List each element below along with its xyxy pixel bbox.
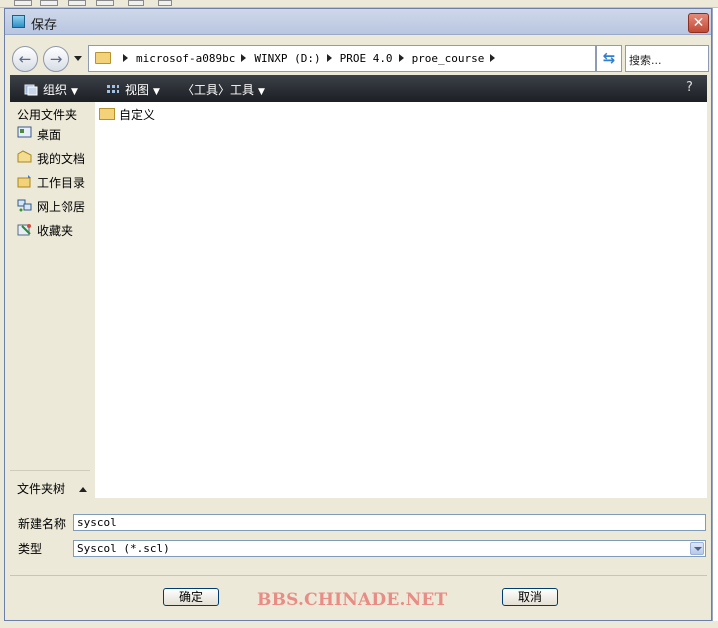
desktop-icon — [17, 126, 32, 138]
sidebar-item-desktop[interactable]: 桌面 — [17, 124, 91, 144]
address-row: ← → microsof-a089bc WINXP (D:) PROE 4.0 pro… — [5, 36, 711, 74]
breadcrumb-item[interactable]: proe_course — [412, 52, 485, 65]
sidebar-divider — [10, 470, 90, 471]
chevron-right-icon[interactable] — [326, 54, 332, 62]
working-dir-icon — [17, 175, 31, 188]
sidebar-item-documents[interactable]: 我的文档 — [17, 148, 91, 168]
sidebar-item-working-directory[interactable]: 工作目录 — [17, 172, 91, 192]
network-icon — [17, 199, 32, 212]
breadcrumb: microsof-a089bc WINXP (D:) PROE 4.0 proe_co… — [117, 52, 503, 65]
chevron-right-icon[interactable] — [123, 54, 128, 62]
name-label: 新建名称 — [18, 517, 67, 531]
folder-tree-toggle[interactable]: 文件夹树 — [17, 480, 65, 497]
background-tool-icon — [128, 0, 144, 6]
background-right-edge — [712, 8, 718, 628]
tools-label: 〈工具〉工具 — [182, 83, 255, 97]
file-list[interactable]: 自定义 — [95, 102, 707, 498]
view-menu[interactable]: 视图 ▼ — [106, 81, 160, 98]
sidebar-item-label: 工作目录 — [37, 176, 86, 190]
cancel-button[interactable]: 取消 — [502, 588, 558, 606]
sidebar-item-label: 我的文档 — [37, 152, 86, 166]
organize-label: 组织 — [43, 83, 68, 97]
breadcrumb-item[interactable]: PROE 4.0 — [340, 52, 393, 65]
organize-icon — [24, 84, 38, 96]
chevron-right-icon[interactable] — [490, 54, 496, 62]
background-tool-icon — [68, 0, 86, 6]
chevron-right-icon[interactable] — [398, 54, 404, 62]
ok-button[interactable]: 确定 — [163, 588, 219, 606]
file-name-field[interactable]: syscol — [73, 514, 706, 531]
list-item[interactable]: 自定义 — [99, 106, 155, 123]
folder-sidebar: 公用文件夹 桌面 我的文档 工作目录 网上邻居 收藏夹 — [10, 102, 90, 499]
background-tool-icon — [40, 0, 58, 6]
history-dropdown-icon[interactable] — [74, 56, 82, 61]
favorites-icon — [17, 224, 31, 236]
sidebar-item-label: 网上邻居 — [37, 200, 86, 214]
chevron-down-icon: ▼ — [258, 87, 265, 97]
sidebar-header: 公用文件夹 — [17, 108, 78, 122]
type-label: 类型 — [18, 542, 43, 556]
background-toolbar — [0, 0, 718, 8]
title-bar[interactable]: 保存 ✕ — [5, 9, 711, 35]
sidebar-item-label: 收藏夹 — [37, 224, 74, 238]
watermark: BBS.CHINADE.NET — [257, 590, 448, 610]
close-button[interactable]: ✕ — [688, 13, 709, 33]
forward-button[interactable]: → — [43, 46, 69, 72]
breadcrumb-item[interactable]: microsof-a089bc — [136, 52, 235, 65]
sidebar-item-favorites[interactable]: 收藏夹 — [17, 220, 91, 240]
save-dialog: 保存 ✕ ← → microsof-a089bc WINXP (D:) PROE 4… — [4, 8, 712, 621]
file-type-value: Syscol (*.scl) — [77, 542, 170, 555]
address-bar[interactable]: microsof-a089bc WINXP (D:) PROE 4.0 proe_co… — [88, 45, 674, 72]
back-button[interactable]: ← — [12, 46, 38, 72]
view-label: 视图 — [125, 83, 150, 97]
chevron-down-icon[interactable] — [690, 542, 704, 555]
sidebar-item-network[interactable]: 网上邻居 — [17, 196, 91, 216]
documents-icon — [17, 150, 32, 163]
sidebar-item-label: 桌面 — [37, 128, 62, 142]
folder-icon — [99, 108, 115, 120]
chevron-right-icon[interactable] — [241, 54, 247, 62]
file-name: 自定义 — [119, 108, 156, 122]
background-tool-icon — [96, 0, 114, 6]
command-bar: 组织 ▼ 视图 ▼ 〈工具〉工具 ▼ ? — [10, 75, 707, 102]
background-tool-icon — [14, 0, 32, 6]
folder-icon — [95, 52, 111, 64]
background-bottom-edge — [0, 621, 718, 628]
file-type-select[interactable]: Syscol (*.scl) — [73, 540, 706, 557]
breadcrumb-item[interactable]: WINXP (D:) — [254, 52, 320, 65]
dialog-title: 保存 — [31, 18, 58, 33]
tools-menu[interactable]: 〈工具〉工具 ▼ — [182, 81, 265, 98]
footer-divider — [10, 575, 707, 576]
view-icon — [107, 85, 119, 93]
help-icon[interactable]: ? — [686, 80, 693, 95]
chevron-up-icon[interactable] — [79, 487, 87, 492]
organize-menu[interactable]: 组织 ▼ — [24, 81, 78, 98]
refresh-button[interactable]: ⇆ — [596, 45, 622, 72]
chevron-down-icon: ▼ — [71, 87, 78, 97]
search-input[interactable]: 搜索... — [625, 45, 709, 72]
window-icon — [12, 15, 25, 28]
background-tool-icon — [158, 0, 172, 6]
chevron-down-icon: ▼ — [153, 87, 160, 97]
